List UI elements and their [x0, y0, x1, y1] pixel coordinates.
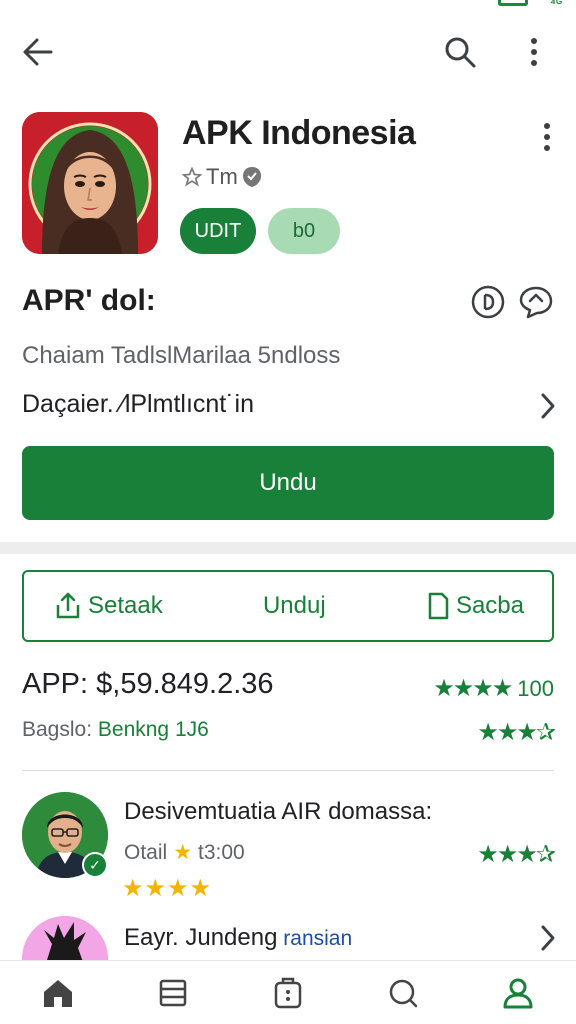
info-button[interactable]: [470, 284, 506, 320]
details-row[interactable]: Daçaier. ⁄lPlmtlıcnt˙in: [22, 390, 558, 424]
download-action[interactable]: Unduj: [263, 592, 326, 620]
back-button[interactable]: [16, 30, 60, 74]
nav-apps[interactable]: [260, 965, 316, 1021]
review-meta-value: t3:00: [198, 840, 245, 864]
hijab-portrait-icon: [22, 112, 158, 254]
top-app-bar: [0, 18, 576, 82]
info-icon: [471, 285, 505, 319]
primary-chip[interactable]: UDIT: [180, 208, 256, 254]
developer-row[interactable]: Tm: [182, 164, 262, 190]
search-icon: [445, 37, 476, 68]
app-icon[interactable]: [22, 112, 158, 254]
save-action-label: Sacba: [455, 592, 524, 619]
app-more-button[interactable]: [536, 120, 558, 154]
install-button[interactable]: Undu: [22, 446, 554, 520]
nav-profile[interactable]: [490, 965, 546, 1021]
check-badge-icon: ✓: [82, 852, 108, 878]
verified-shield-icon: [242, 167, 261, 187]
rating-summary: ★★★★ 100: [433, 674, 554, 703]
app-title: APK Indonesia: [182, 114, 416, 152]
chevron-right-icon: [541, 925, 555, 951]
rating-stars: ★★★★: [433, 675, 513, 702]
nav-home[interactable]: [30, 965, 86, 1021]
reviews-stars: ★★★✰: [477, 719, 556, 746]
list-item-title-accent: ransian: [277, 927, 353, 950]
overflow-menu-button[interactable]: [514, 30, 554, 74]
more-vert-icon: [544, 123, 550, 151]
share-icon: [56, 592, 80, 619]
share-action-label: Setaak: [88, 592, 163, 619]
review-meta-prefix: Otail: [124, 840, 168, 864]
chip-row: UDIT b0: [180, 208, 340, 254]
status-bar: ⁴ᴳ: [0, 0, 576, 12]
review-user-stars: ★★★★: [122, 875, 213, 902]
bookmark-icon: [428, 592, 449, 620]
star-outline-icon: [182, 167, 202, 187]
list-item-title: Eayr. Jundeng ransian: [124, 924, 352, 952]
chevron-right-icon: [541, 393, 555, 419]
battery-icon: [498, 0, 528, 6]
secondary-chip[interactable]: b0: [268, 208, 340, 254]
section-divider: [0, 542, 576, 554]
reviews-value: Benkng 1J6: [97, 718, 209, 741]
bottom-navigation: [0, 960, 576, 1024]
list-item-title-main: Eayr. Jundeng: [124, 924, 278, 951]
details-label: Daçaier. ⁄lPlmtlıcnt˙in: [22, 390, 255, 418]
divider: [22, 770, 554, 771]
rating-value: 100: [517, 675, 554, 701]
price-row: APP: $,59.849.2.36 ★★★★ 100: [22, 668, 558, 708]
review-title: Desivemtuatia AIR domassa:: [124, 798, 433, 825]
apps-icon: [274, 977, 302, 1008]
price-text: APP: $,59.849.2.36: [22, 668, 274, 700]
developer-name: Tm: [206, 164, 238, 189]
feedback-button[interactable]: [516, 282, 556, 322]
nav-search[interactable]: [375, 965, 431, 1021]
share-action[interactable]: Setaak: [54, 591, 163, 621]
list-item[interactable]: Eayr. Jundeng ransian: [22, 912, 558, 976]
signal-icon: ⁴ᴳ: [550, 0, 562, 10]
save-action[interactable]: Sacba: [426, 591, 524, 621]
app-header: APK Indonesia Tm UDIT b0: [22, 110, 562, 260]
arrow-left-icon: [23, 38, 53, 66]
list-icon: [159, 979, 187, 1006]
nav-list[interactable]: [145, 965, 201, 1021]
search-nav-icon: [389, 979, 418, 1007]
actions-bar: Setaak Unduj Sacba: [22, 570, 554, 642]
reviews-row: Bagslo: Benkng 1J6 ★★★✰: [22, 718, 558, 754]
home-icon: [43, 979, 72, 1007]
subtitle-text: Chaiam TadlslMarilaa 5ndloss: [22, 342, 341, 369]
download-action-label: Unduj: [262, 592, 326, 619]
review-meta: Otail ★ t3:00: [124, 840, 245, 865]
profile-icon: [503, 978, 533, 1008]
search-button[interactable]: [438, 30, 482, 74]
section-heading: APR' dol:: [22, 284, 156, 317]
star-icon: ★: [173, 841, 193, 864]
more-vert-icon: [531, 38, 537, 66]
reviews-label: Bagslo:: [22, 718, 98, 741]
chat-bubble-icon: [519, 286, 553, 319]
review-rating-stars: ★★★✰: [477, 841, 556, 868]
review-card[interactable]: ✓ Desivemtuatia AIR domassa: Otail ★ t3:…: [22, 792, 558, 902]
